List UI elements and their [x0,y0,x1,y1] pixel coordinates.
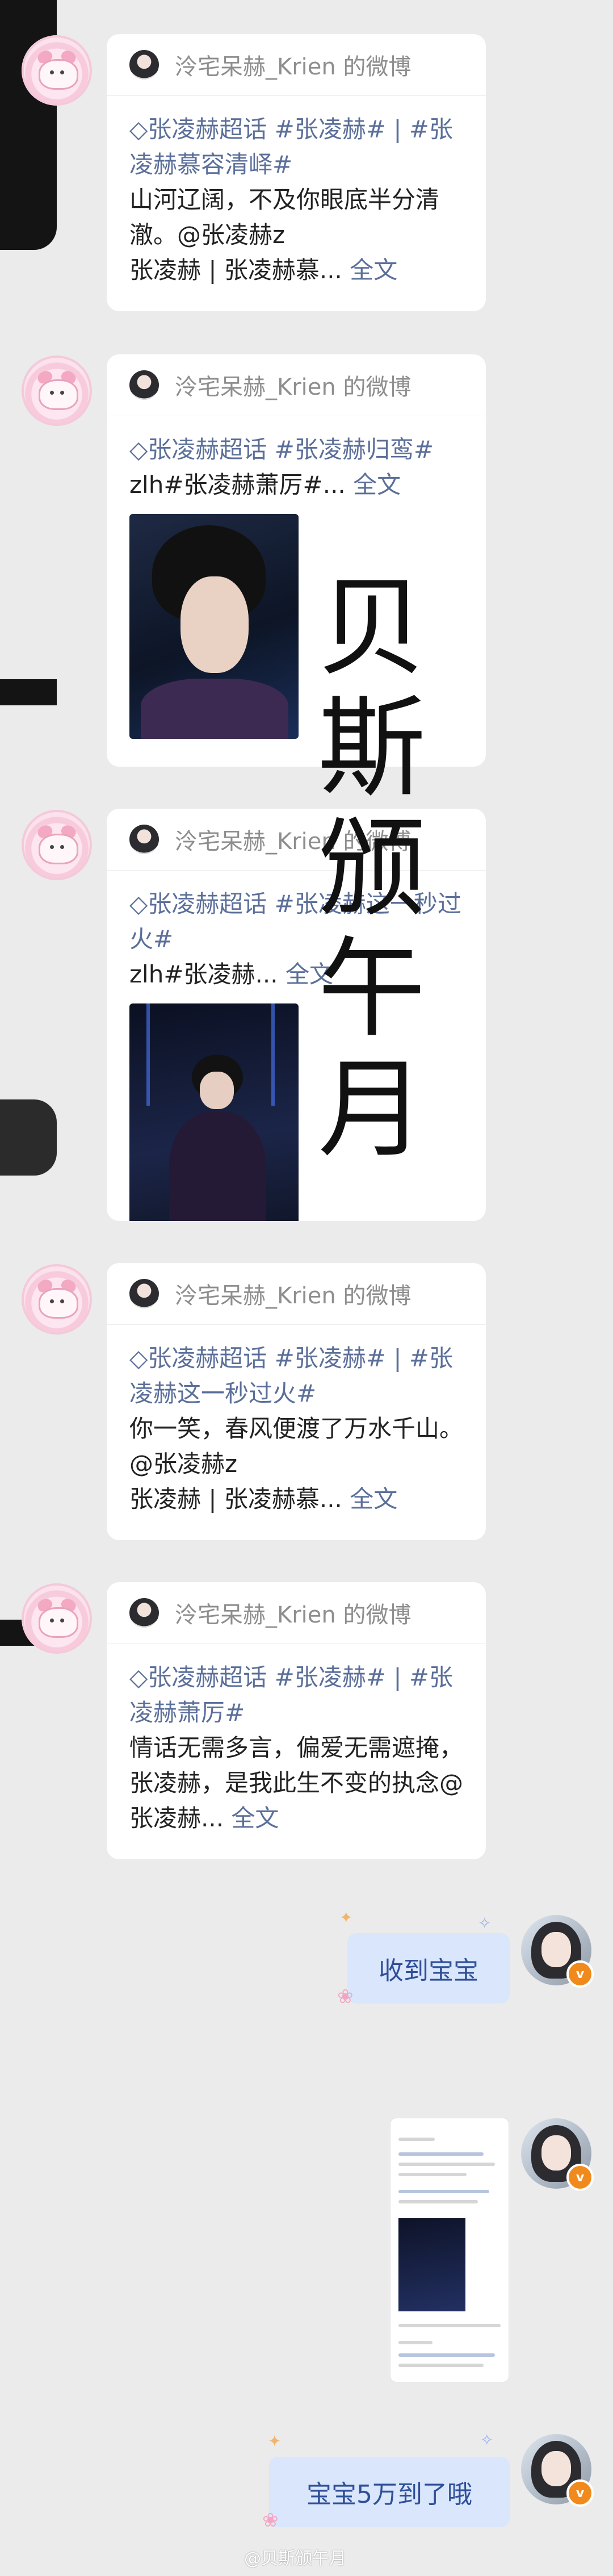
sparkle-icon: ✦ [268,2432,282,2450]
post-image[interactable] [129,1003,299,1221]
post-ellipsis: zlh#张凌赫... [129,960,278,988]
post-image[interactable] [129,514,299,739]
post-text: 你一笑，春风便渡了万水千山。@张凌赫z [129,1415,464,1478]
author-avatar [129,1598,159,1628]
card-header: 泠宅呆赫_Krien 的微博 [107,809,486,871]
weibo-share-card[interactable]: 泠宅呆赫_Krien 的微博 ◇张凌赫超话 #张凌赫这一秒过火# zlh#张凌赫… [107,809,486,1221]
my-avatar[interactable]: v [521,1915,594,1988]
author-avatar [129,825,159,854]
card-header: 泠宅呆赫_Krien 的微博 [107,1582,486,1644]
topic-tags[interactable]: ◇张凌赫超话 #张凌赫归鸾# [129,432,463,467]
verified-badge: v [566,2479,594,2507]
weibo-share-card[interactable]: 泠宅呆赫_Krien 的微博 ◇张凌赫超话 #张凌赫# | #张凌赫慕容清峄# … [107,34,486,311]
source-label: 泠宅呆赫_Krien 的微博 [175,374,412,400]
card-content: ◇张凌赫超话 #张凌赫这一秒过火# zlh#张凌赫... 全文 [107,871,486,1221]
card-content: ◇张凌赫超话 #张凌赫# | #张凌赫慕容清峄# 山河辽阔，不及你眼底半分清澈。… [107,96,486,305]
source-label: 泠宅呆赫_Krien 的微博 [175,1283,412,1309]
topic-tags[interactable]: ◇张凌赫超话 #张凌赫# | #张凌赫慕容清峄# [129,112,463,182]
verified-badge: v [566,2164,594,2191]
card-content: ◇张凌赫超话 #张凌赫归鸾# zlh#张凌赫萧厉#... 全文 [107,416,486,756]
weibo-share-card[interactable]: 泠宅呆赫_Krien 的微博 ◇张凌赫超话 #张凌赫归鸾# zlh#张凌赫萧厉#… [107,354,486,767]
sender-avatar[interactable] [22,810,92,880]
sender-avatar[interactable] [22,35,92,106]
left-image-fragment [0,679,57,705]
full-text-link[interactable]: 全文 [353,471,401,499]
sender-avatar[interactable] [22,1264,92,1335]
weibo-share-card[interactable]: 泠宅呆赫_Krien 的微博 ◇张凌赫超话 #张凌赫# | #张凌赫萧厉# 情话… [107,1582,486,1859]
bubble-text: 收到宝宝 [379,1956,478,1985]
author-avatar [129,370,159,400]
sender-avatar[interactable] [22,1583,92,1654]
topic-tags[interactable]: ◇张凌赫超话 #张凌赫# | #张凌赫这一秒过火# [129,1341,463,1411]
full-text-link[interactable]: 全文 [350,1485,397,1513]
full-text-link[interactable]: 全文 [231,1804,279,1832]
post-ellipsis: 张凌赫 | 张凌赫慕... [129,256,342,284]
weibo-watermark: @贝斯颁午月 [244,2549,346,2569]
full-text-link[interactable]: 全文 [350,256,397,284]
sender-avatar[interactable] [22,356,92,426]
bubble-text: 宝宝5万到了哦 [306,2480,472,2509]
post-text: 情话无需多言，偏爱无需遮掩，张凌赫，是我此生不变的执念 [129,1734,464,1797]
watermark-text: 贝 斯 颁 午 月 [318,565,426,1172]
my-avatar[interactable]: v [521,2434,594,2507]
chat-bubble[interactable]: 收到宝宝 [347,1933,510,2004]
my-avatar[interactable]: v [521,2118,594,2191]
sparkle-icon: ✦ [339,1908,353,1927]
post-ellipsis: zlh#张凌赫萧厉#... [129,471,346,499]
bunny-icon: ❀ [262,2509,279,2532]
post-text: 山河辽阔，不及你眼底半分清澈。@张凌赫z [129,186,440,249]
card-content: ◇张凌赫超话 #张凌赫# | #张凌赫这一秒过火# 你一笑，春风便渡了万水千山。… [107,1325,486,1534]
star-icon: ✧ [478,1914,492,1933]
chat-bubble[interactable]: 宝宝5万到了哦 [269,2457,510,2527]
left-image-fragment [0,1099,57,1176]
source-label: 泠宅呆赫_Krien 的微博 [175,54,412,80]
shared-screenshot[interactable] [391,2118,509,2382]
weibo-share-card[interactable]: 泠宅呆赫_Krien 的微博 ◇张凌赫超话 #张凌赫# | #张凌赫这一秒过火#… [107,1263,486,1540]
card-header: 泠宅呆赫_Krien 的微博 [107,34,486,96]
author-avatar [129,50,159,80]
source-label: 泠宅呆赫_Krien 的微博 [175,1602,412,1628]
verified-badge: v [566,1960,594,1988]
author-avatar [129,1279,159,1308]
post-ellipsis: 张凌赫 | 张凌赫慕... [129,1485,342,1513]
card-header: 泠宅呆赫_Krien 的微博 [107,1263,486,1325]
card-header: 泠宅呆赫_Krien 的微博 [107,354,486,416]
topic-tags[interactable]: ◇张凌赫超话 #张凌赫# | #张凌赫萧厉# [129,1660,463,1730]
bunny-icon: ❀ [337,1985,354,2008]
star-icon: ✧ [480,2431,494,2449]
card-content: ◇张凌赫超话 #张凌赫# | #张凌赫萧厉# 情话无需多言，偏爱无需遮掩，张凌赫… [107,1644,486,1853]
